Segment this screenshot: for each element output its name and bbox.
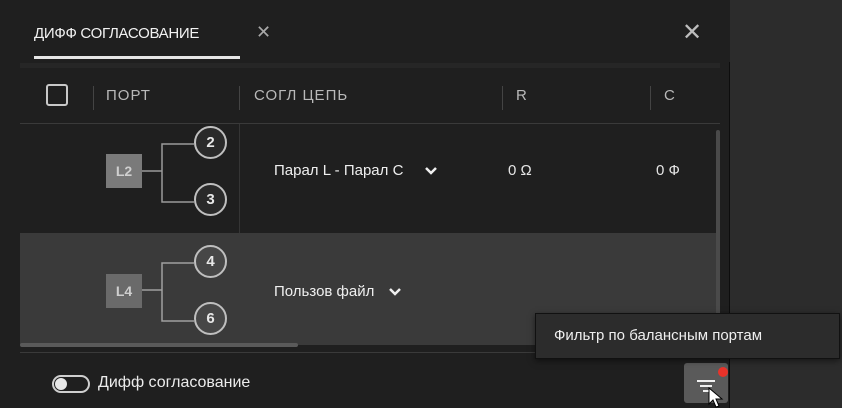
logical-port-badge: L4 <box>106 274 142 308</box>
divider <box>20 63 720 68</box>
port-number-circle: 3 <box>194 183 227 216</box>
active-tab-indicator <box>34 56 240 59</box>
diff-matching-toggle-label: Дифф согласование <box>98 374 251 391</box>
capacitance-value[interactable]: 0 Ф <box>656 162 680 179</box>
port-number-circle: 2 <box>194 126 227 159</box>
port-connector-lines <box>142 143 194 203</box>
chevron-down-icon[interactable] <box>388 286 402 298</box>
tab-diff-matching[interactable]: ДИФФ СОГЛАСОВАНИЕ <box>34 25 199 42</box>
column-header-c[interactable]: C <box>664 87 676 104</box>
filter-active-indicator <box>718 367 728 377</box>
column-divider <box>239 124 240 233</box>
mouse-pointer-icon <box>708 387 724 408</box>
match-circuit-select[interactable]: Парал L - Парал C <box>274 162 403 179</box>
table-header: ПОРТ СОГЛ ЦЕПЬ R C <box>20 70 720 124</box>
column-header-port[interactable]: ПОРТ <box>106 87 151 104</box>
table-row[interactable]: L2 2 3 Парал L - Парал C 0 Ω 0 Ф <box>20 124 720 233</box>
column-header-r[interactable]: R <box>516 87 528 104</box>
chevron-down-icon[interactable] <box>424 165 438 177</box>
column-divider <box>502 86 503 110</box>
tab-close-icon[interactable]: ✕ <box>256 22 271 43</box>
port-number-circle: 4 <box>194 245 227 278</box>
horizontal-scrollbar[interactable] <box>20 343 298 347</box>
logical-port-badge: L2 <box>106 154 142 188</box>
match-circuit-select[interactable]: Пользов файл <box>274 283 374 300</box>
column-divider <box>239 86 240 110</box>
diff-matching-toggle[interactable] <box>52 375 90 393</box>
toggle-knob <box>55 378 67 390</box>
column-divider <box>650 86 651 110</box>
port-connector-lines <box>142 262 194 322</box>
resistance-value[interactable]: 0 Ω <box>508 162 532 179</box>
port-number-circle: 6 <box>194 302 227 335</box>
tooltip: Фильтр по балансным портам <box>535 313 840 359</box>
column-header-match-circuit[interactable]: СОГЛ ЦЕПЬ <box>254 87 348 104</box>
panel-footer: Дифф согласование <box>20 352 728 408</box>
panel-close-icon[interactable]: ✕ <box>682 18 702 47</box>
select-all-checkbox[interactable] <box>46 84 68 106</box>
column-divider <box>93 86 94 110</box>
tab-bar: ДИФФ СОГЛАСОВАНИЕ ✕ ✕ <box>0 0 730 62</box>
